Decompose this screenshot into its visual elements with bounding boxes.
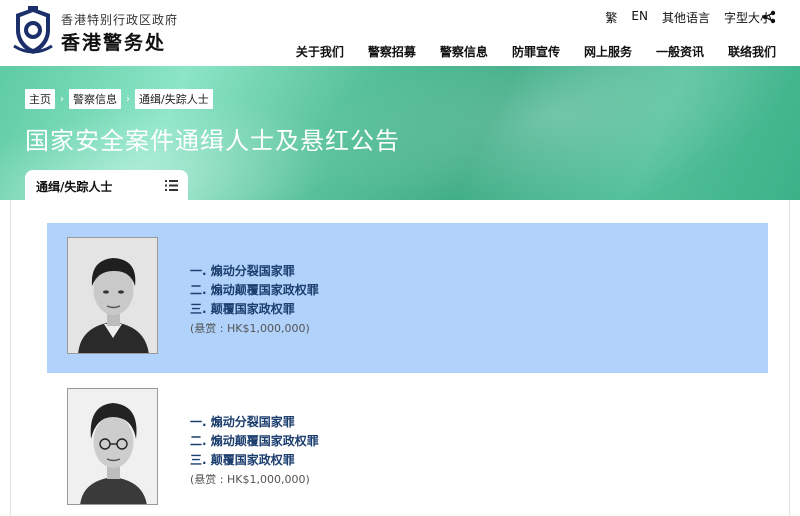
page-title: 国家安全案件通缉人士及悬红公告 xyxy=(25,127,400,155)
nav-crime-prevention[interactable]: 防罪宣传 xyxy=(500,43,572,60)
person-portrait-icon xyxy=(68,389,157,504)
utility-bar: 繁 EN 其他语言 字型大小 xyxy=(605,9,772,26)
charge-item[interactable]: 一. 煽动分裂国家罪 xyxy=(190,262,319,281)
charge-item[interactable]: 二. 煽动颠覆国家政权罪 xyxy=(190,432,319,451)
wanted-person-card[interactable]: 一. 煽动分裂国家罪 二. 煽动颠覆国家政权罪 三. 颠覆国家政权罪 (悬赏 :… xyxy=(47,223,768,373)
breadcrumb-wanted-missing[interactable]: 通缉/失踪人士 xyxy=(135,89,213,109)
police-emblem-icon[interactable] xyxy=(10,6,56,56)
lang-english-link[interactable]: EN xyxy=(631,9,648,26)
lang-traditional-link[interactable]: 繁 xyxy=(605,9,617,26)
tab-label: 通缉/失踪人士 xyxy=(36,180,113,194)
nav-contact-us[interactable]: 联络我们 xyxy=(716,43,788,60)
breadcrumb-separator-icon: › xyxy=(126,93,130,105)
person-portrait-icon xyxy=(68,238,157,353)
nav-general-info[interactable]: 一般资讯 xyxy=(644,43,716,60)
breadcrumb-separator-icon: › xyxy=(60,93,64,105)
nav-online-services[interactable]: 网上服务 xyxy=(572,43,644,60)
section-tab[interactable]: 通缉/失踪人士 xyxy=(25,170,188,201)
main-nav: 关于我们 警察招募 警察信息 防罪宣传 网上服务 一般资讯 联络我们 xyxy=(284,43,788,60)
org-name-sub: 香港特别行政区政府 xyxy=(61,13,179,27)
person-photo[interactable] xyxy=(67,388,158,505)
nav-police-info[interactable]: 警察信息 xyxy=(428,43,500,60)
list-menu-icon[interactable] xyxy=(165,180,178,191)
breadcrumb-police-info[interactable]: 警察信息 xyxy=(69,89,121,109)
person-photo[interactable] xyxy=(67,237,158,354)
reward-amount: (悬赏 : HK$1,000,000) xyxy=(190,473,310,486)
charge-item[interactable]: 二. 煽动颠覆国家政权罪 xyxy=(190,281,319,300)
charge-item[interactable]: 一. 煽动分裂国家罪 xyxy=(190,413,319,432)
nav-recruitment[interactable]: 警察招募 xyxy=(356,43,428,60)
wanted-person-card[interactable]: 一. 煽动分裂国家罪 二. 煽动颠覆国家政权罪 三. 颠覆国家政权罪 (悬赏 :… xyxy=(47,374,768,516)
nav-about-us[interactable]: 关于我们 xyxy=(284,43,356,60)
other-languages-link[interactable]: 其他语言 xyxy=(662,9,710,26)
org-name-main[interactable]: 香港警务处 xyxy=(61,28,166,55)
share-icon[interactable] xyxy=(762,10,776,24)
charges-list: 一. 煽动分裂国家罪 二. 煽动颠覆国家政权罪 三. 颠覆国家政权罪 (悬赏 :… xyxy=(190,413,319,489)
site-header: 香港特别行政区政府 香港警务处 繁 EN 其他语言 字型大小 关于我们 警察招募… xyxy=(0,0,800,66)
charges-list: 一. 煽动分裂国家罪 二. 煽动颠覆国家政权罪 三. 颠覆国家政权罪 (悬赏 :… xyxy=(190,262,319,338)
breadcrumb-home[interactable]: 主页 xyxy=(25,89,55,109)
charge-item[interactable]: 三. 颠覆国家政权罪 xyxy=(190,300,319,319)
reward-amount: (悬赏 : HK$1,000,000) xyxy=(190,322,310,335)
breadcrumb: 主页 › 警察信息 › 通缉/失踪人士 xyxy=(25,89,213,109)
charge-item[interactable]: 三. 颠覆国家政权罪 xyxy=(190,451,319,470)
